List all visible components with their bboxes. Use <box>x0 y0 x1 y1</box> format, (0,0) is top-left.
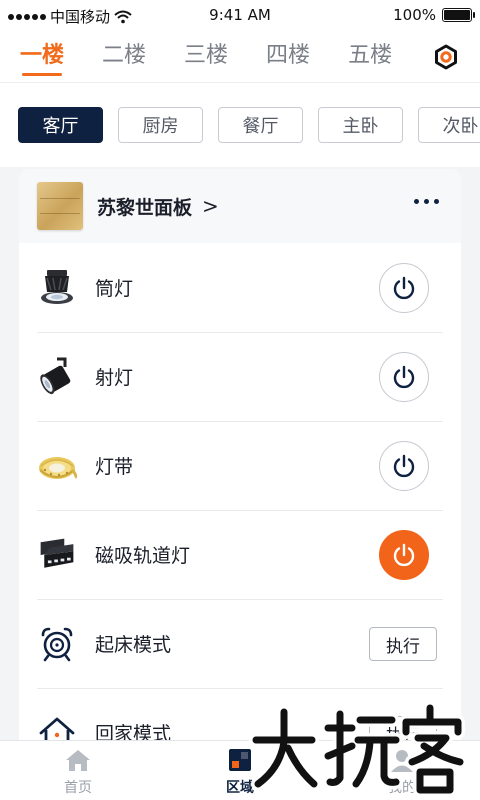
nav-profile[interactable]: 我的 <box>362 747 442 797</box>
nav-label: 我的 <box>388 780 416 796</box>
tab-floor-1[interactable]: 一楼 <box>20 30 64 82</box>
tab-floor-3[interactable]: 三楼 <box>184 30 228 82</box>
app-root: 中国移动 9:41 AM 100% 一楼 二楼 三楼 四楼 五楼 客厅 厨房 餐… <box>0 0 480 800</box>
device-row: 灯带 <box>19 421 461 510</box>
room-chip-master-bedroom[interactable]: 主卧 <box>318 107 403 143</box>
device-label: 射灯 <box>95 367 134 389</box>
execute-button[interactable]: 执行 <box>369 627 437 661</box>
home-icon <box>66 750 90 771</box>
floor-tabs: 一楼 二楼 三楼 四楼 五楼 <box>0 30 480 82</box>
room-chip-living[interactable]: 客厅 <box>18 107 103 143</box>
room-chips: 客厅 厨房 餐厅 主卧 次卧 <box>0 83 480 167</box>
power-toggle[interactable] <box>379 441 429 491</box>
nav-label: 首页 <box>64 780 92 796</box>
spotlight-icon <box>37 355 77 399</box>
device-row: 筒灯 <box>19 243 461 332</box>
nav-home[interactable]: 首页 <box>38 747 118 797</box>
power-toggle[interactable] <box>379 530 429 580</box>
room-chip-kitchen[interactable]: 厨房 <box>118 107 203 143</box>
status-bar: 中国移动 9:41 AM 100% <box>0 0 480 30</box>
bottom-nav: 首页 区域 我的 <box>0 740 480 800</box>
chevron-right-icon: > <box>202 194 219 218</box>
grid-icon <box>229 749 251 771</box>
panel-card: 苏黎世面板 > 筒灯 射灯 灯带 磁吸轨道灯 起床模式 执行 回家模式 执行 <box>19 169 461 789</box>
status-right: 100% <box>393 6 475 24</box>
power-icon <box>393 543 415 567</box>
power-toggle[interactable] <box>379 263 429 313</box>
power-icon <box>393 276 415 300</box>
scene-label: 起床模式 <box>95 634 172 656</box>
panel-header[interactable]: 苏黎世面板 > <box>19 169 461 243</box>
hex-settings-icon[interactable] <box>432 43 460 71</box>
power-icon <box>393 365 415 389</box>
nav-label: 区域 <box>226 780 254 796</box>
track-light-icon <box>37 533 77 577</box>
battery-icon <box>442 8 475 22</box>
panel-title: 苏黎世面板 <box>97 196 193 219</box>
device-row: 射灯 <box>19 332 461 421</box>
alarm-clock-icon <box>37 622 77 666</box>
power-toggle[interactable] <box>379 352 429 402</box>
downlight-icon <box>37 266 77 310</box>
nav-area[interactable]: 区域 <box>200 747 280 797</box>
tab-floor-5[interactable]: 五楼 <box>348 30 392 82</box>
device-label: 筒灯 <box>95 278 134 300</box>
tab-floor-2[interactable]: 二楼 <box>102 30 146 82</box>
battery-percent: 100% <box>393 6 436 24</box>
room-chip-dining[interactable]: 餐厅 <box>218 107 303 143</box>
light-strip-icon <box>37 444 77 488</box>
device-label: 灯带 <box>95 456 134 478</box>
device-label: 磁吸轨道灯 <box>95 545 191 567</box>
device-row: 磁吸轨道灯 <box>19 510 461 599</box>
user-icon <box>391 750 413 772</box>
room-chip-second-bedroom[interactable]: 次卧 <box>418 107 480 143</box>
power-icon <box>393 454 415 478</box>
scene-row: 起床模式 执行 <box>19 599 461 688</box>
tab-floor-4[interactable]: 四楼 <box>266 30 310 82</box>
more-icon[interactable] <box>414 199 439 204</box>
panel-image <box>37 182 83 230</box>
